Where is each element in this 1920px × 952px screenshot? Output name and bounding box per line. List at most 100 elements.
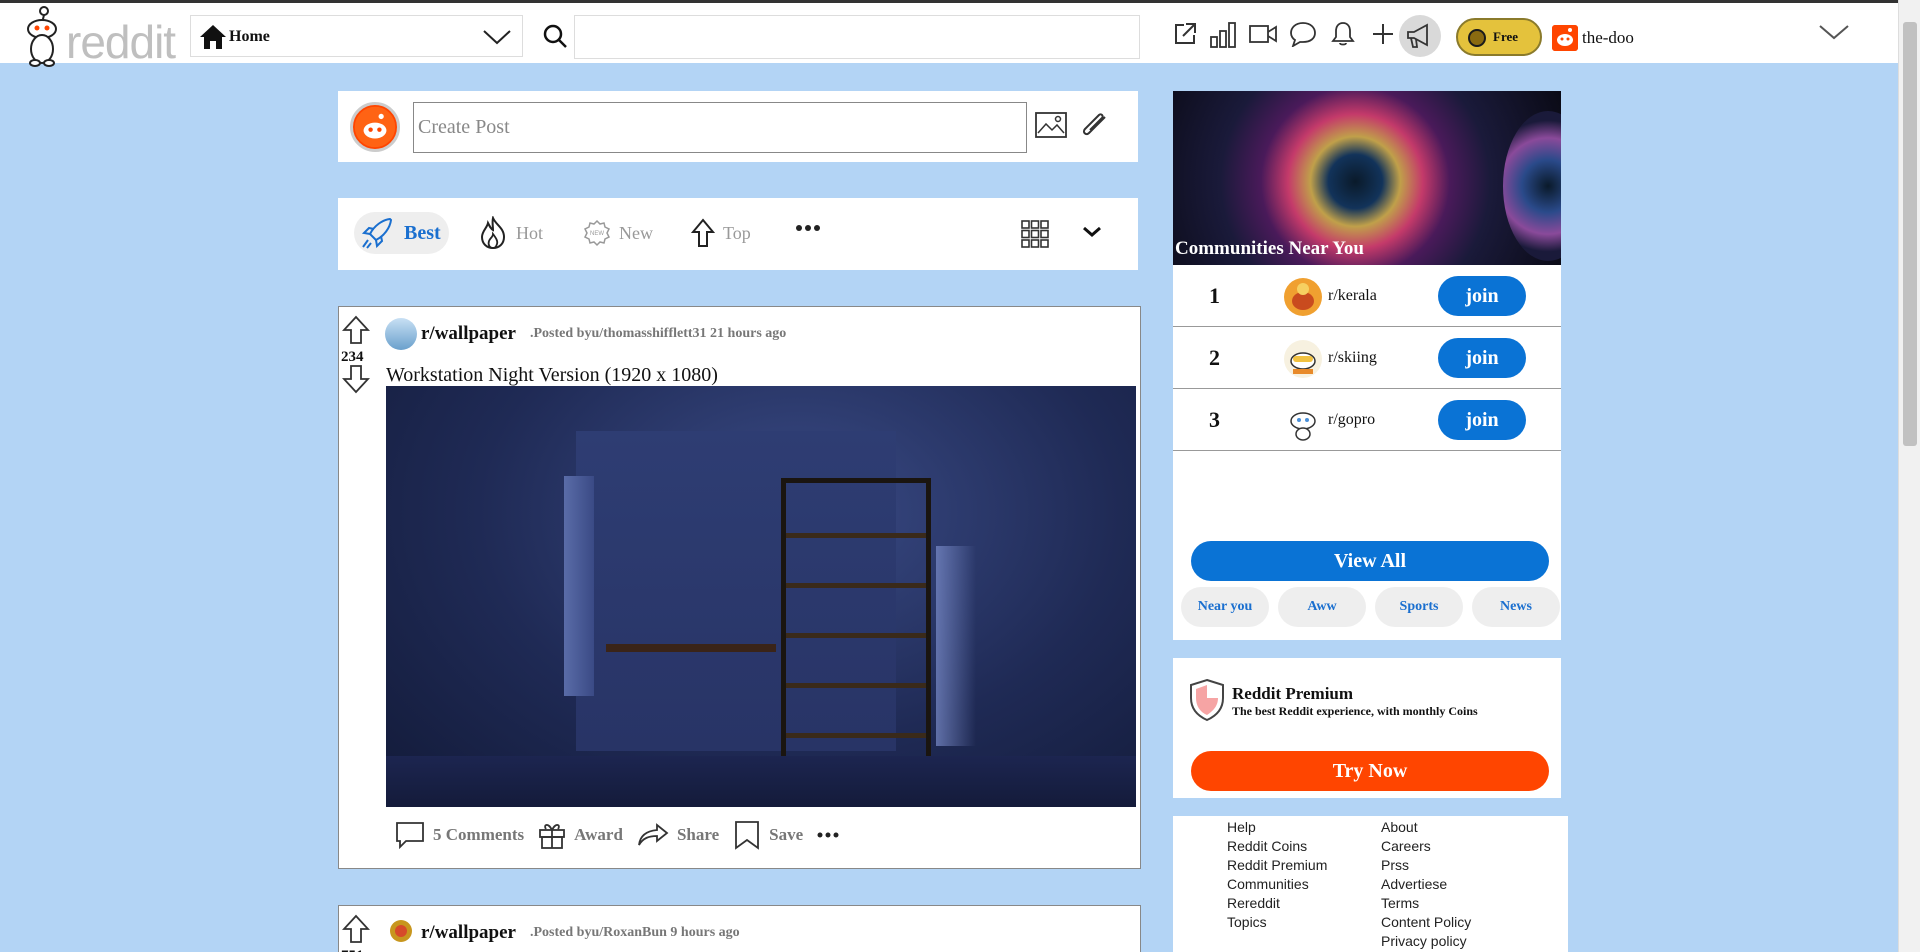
share-button[interactable]: Share [637,823,719,847]
attachment-icon[interactable] [1079,111,1111,141]
try-now-button[interactable]: Try Now [1191,751,1549,791]
subreddit-link[interactable]: r/wallpaper [421,922,516,944]
username: the-doo [1582,28,1634,47]
subreddit-link[interactable]: r/wallpaper [421,323,516,345]
home-label: Home [229,28,270,45]
reddit-logo[interactable]: reddit [22,5,176,67]
plus-icon[interactable] [1368,19,1398,49]
post-image[interactable] [386,386,1136,807]
community-avatar [1284,340,1322,378]
footer-link[interactable]: Prss [1381,857,1471,874]
footer-link[interactable]: Topics [1227,914,1327,931]
award-button[interactable]: Award [538,820,623,850]
communities-banner: Communities Near You [1173,91,1561,265]
join-button[interactable]: join [1438,276,1526,316]
chat-icon[interactable] [1288,19,1318,49]
open-new-tab-icon[interactable] [1170,19,1200,49]
stats-icon[interactable] [1208,19,1238,49]
footer-link[interactable]: Advertiese [1381,876,1471,893]
community-row[interactable]: 2 r/skiing join [1173,327,1561,389]
save-label: Save [769,825,804,844]
chip-sports[interactable]: Sports [1375,587,1463,627]
vote-column: 751 [341,914,371,952]
comments-label: 5 Comments [433,825,525,844]
premium-subtitle: The best Reddit experience, with monthly… [1232,704,1478,718]
footer-link[interactable]: Reddit Coins [1227,838,1327,855]
chip-aww[interactable]: Aww [1278,587,1366,627]
chevron-down-icon[interactable] [1082,226,1102,238]
widget-title: Communities Near You [1175,238,1364,259]
view-all-button[interactable]: View All [1191,541,1549,581]
save-button[interactable]: Save [733,820,803,850]
subreddit-icon[interactable] [389,918,413,944]
subreddit-icon[interactable] [385,318,417,350]
footer-link[interactable]: Privacy policy [1381,933,1471,950]
more-options-icon[interactable] [817,831,839,839]
chevron-down-icon[interactable] [1818,23,1850,41]
video-icon[interactable] [1248,19,1278,49]
footer-links: Help Reddit Coins Reddit Premium Communi… [1173,816,1568,952]
grid-view-icon[interactable] [1021,220,1049,248]
upvote-icon[interactable] [341,315,371,345]
image-window [564,476,594,696]
communities-widget: Communities Near You 1 r/kerala join 2 r… [1173,91,1561,640]
post-card[interactable]: 751 r/wallpaper .Posted byu/RoxanBun 9 h… [338,905,1141,952]
home-dropdown[interactable]: Home [190,15,523,57]
top-navbar: reddit Home Free the-doo [0,0,1898,67]
more-options-icon[interactable] [796,224,820,232]
image-floor [386,756,1136,807]
join-button[interactable]: join [1438,338,1526,378]
community-name[interactable]: r/skiing [1328,349,1377,367]
post-title[interactable]: Workstation Night Version (1920 x 1080) [386,364,718,387]
footer-link[interactable]: Content Policy [1381,914,1471,931]
image-desk [606,644,776,652]
search-input[interactable] [574,15,1140,59]
community-row[interactable]: 3 r/gopro join [1173,389,1561,451]
community-name[interactable]: r/gopro [1328,411,1375,429]
footer-column-left: Help Reddit Coins Reddit Premium Communi… [1227,819,1327,931]
post-card[interactable]: 234 r/wallpaper .Posted byu/thomasshiffl… [338,306,1141,869]
user-avatar[interactable] [350,102,400,152]
community-row[interactable]: 1 r/kerala join [1173,265,1561,327]
scrollbar-thumb[interactable] [1903,22,1917,446]
join-button[interactable]: join [1438,400,1526,440]
image-upload-icon[interactable] [1035,111,1067,139]
footer-link[interactable]: Reddit Premium [1227,857,1327,874]
footer-link[interactable]: Communities [1227,876,1327,893]
arrow-up-icon [691,218,715,247]
community-rank: 2 [1209,345,1220,370]
comments-button[interactable]: 5 Comments [395,821,524,849]
sort-new-label: New [619,222,653,243]
sort-bar: Best Hot NEW New Top [338,198,1138,270]
sort-hot-label: Hot [516,222,543,243]
free-coins-button[interactable]: Free [1456,18,1542,56]
sort-top[interactable]: Top [691,212,751,254]
sort-new[interactable]: NEW New [583,212,653,254]
chevron-down-icon [483,30,511,45]
community-name[interactable]: r/kerala [1328,287,1377,305]
sort-best-label: Best [404,221,441,244]
community-avatar [1284,278,1322,316]
footer-link[interactable]: Help [1227,819,1327,836]
premium-widget: Reddit Premium The best Reddit experienc… [1173,658,1561,798]
user-menu[interactable]: the-doo [1552,25,1634,51]
footer-link[interactable]: Terms [1381,895,1471,912]
upvote-icon[interactable] [341,914,371,944]
chip-news[interactable]: News [1472,587,1560,627]
search-icon [543,24,567,48]
page-scrollbar[interactable] [1898,0,1920,952]
gift-icon [539,824,566,849]
award-label: Award [574,825,623,844]
footer-link[interactable]: About [1381,819,1471,836]
bell-icon[interactable] [1328,19,1358,49]
community-rank: 1 [1209,283,1220,308]
create-post-input[interactable] [413,102,1027,153]
footer-link[interactable]: Careers [1381,838,1471,855]
home-icon [200,25,226,49]
footer-link[interactable]: Rereddit [1227,895,1327,912]
chip-near-you[interactable]: Near you [1181,587,1269,627]
downvote-icon[interactable] [341,364,371,394]
megaphone-icon[interactable] [1399,15,1441,57]
sort-hot[interactable]: Hot [478,212,543,254]
sort-best[interactable]: Best [354,212,449,254]
